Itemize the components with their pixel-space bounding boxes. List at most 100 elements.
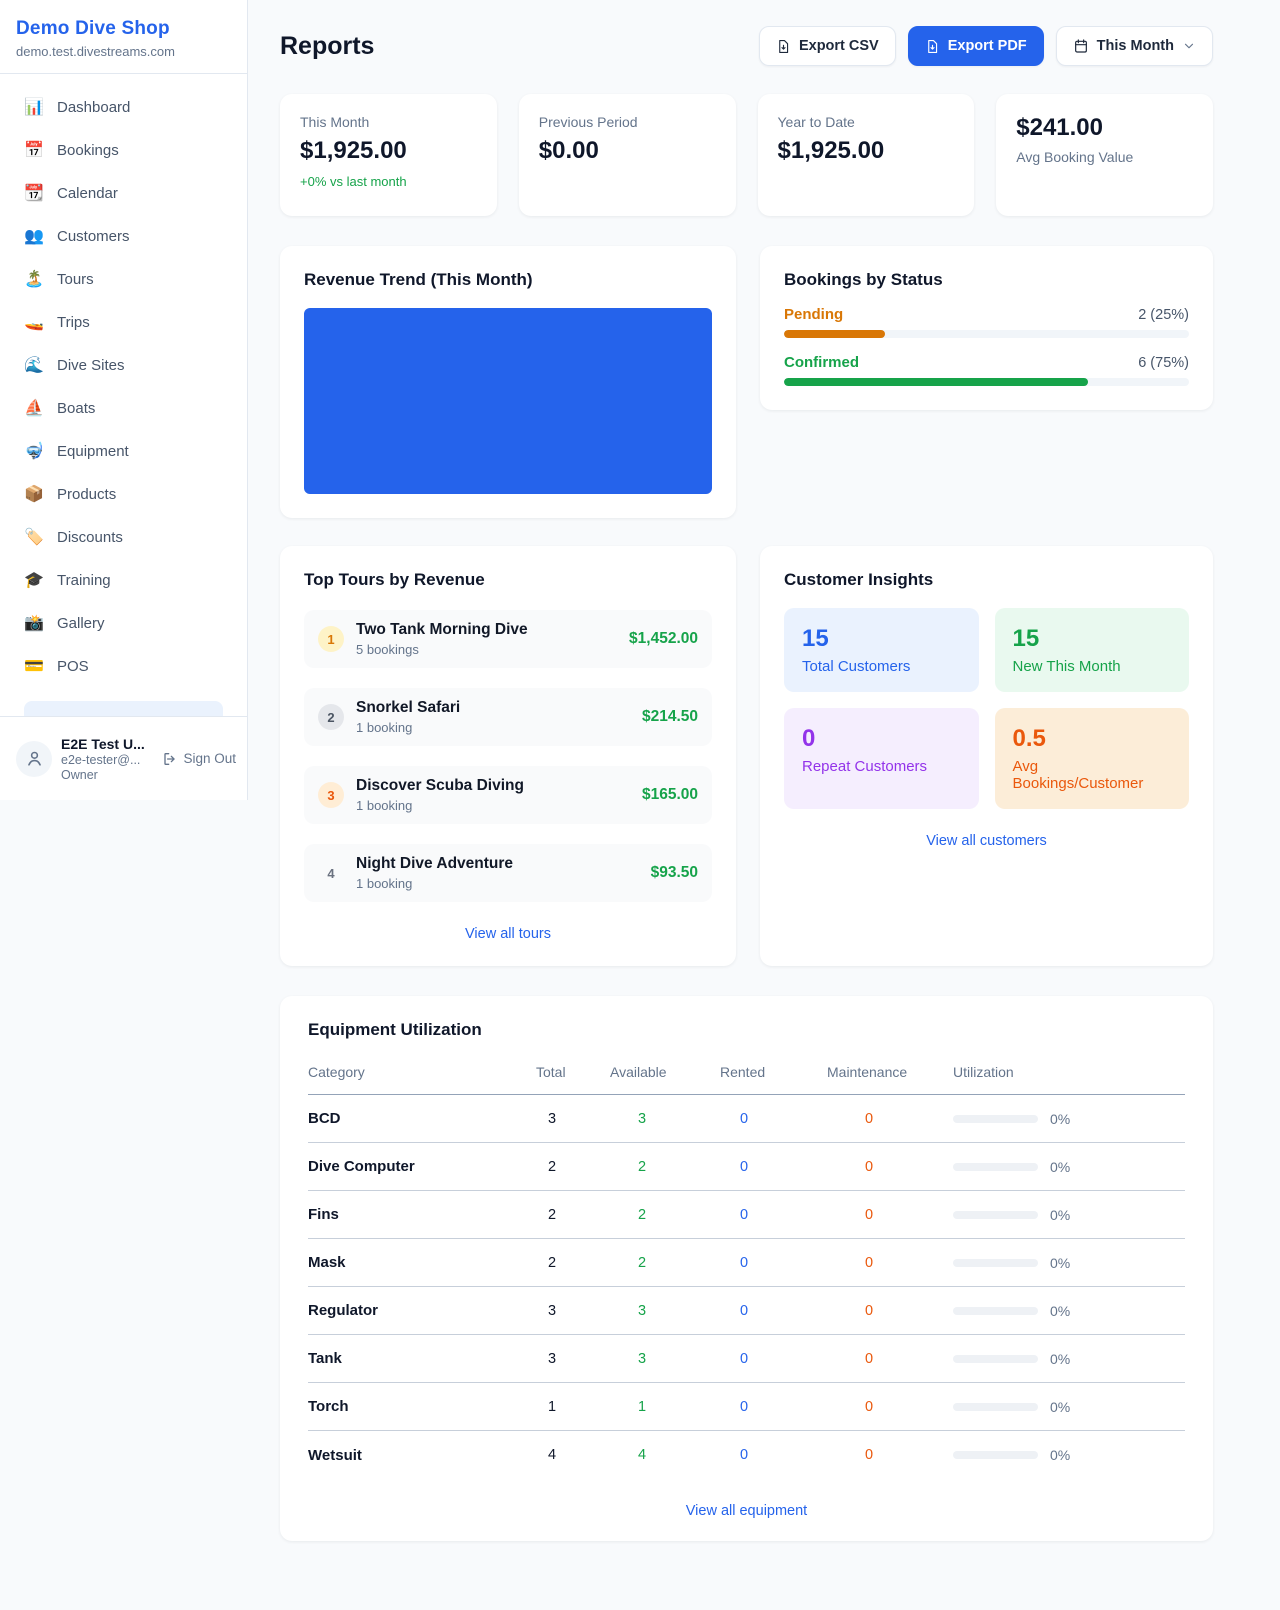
- stat-card-avg-booking-value: $241.00 Avg Booking Value: [996, 94, 1213, 216]
- calendar-icon: [1073, 38, 1089, 54]
- revenue-trend-chart: [304, 308, 712, 494]
- status-count: 2 (25%): [1138, 307, 1189, 323]
- utilization-bar: [953, 1355, 1038, 1363]
- equipment-utilization-title: Equipment Utilization: [308, 1020, 1185, 1040]
- page-title: Reports: [280, 32, 374, 61]
- table-row: Wetsuit 4 4 0 0 0%: [308, 1431, 1185, 1479]
- tour-revenue: $93.50: [651, 864, 698, 882]
- insights-grid: 15 Total Customers 15 New This Month 0 R…: [784, 608, 1189, 809]
- main-content: Reports Export CSV Export PDF This Month: [248, 0, 1280, 1581]
- user-role: Owner: [61, 768, 153, 782]
- shop-domain: demo.test.divestreams.com: [16, 44, 231, 59]
- header-actions: Export CSV Export PDF This Month: [759, 26, 1213, 66]
- tour-name: Snorkel Safari: [356, 699, 630, 717]
- page-header: Reports Export CSV Export PDF This Month: [280, 26, 1213, 66]
- bookings-by-status-card: Bookings by Status Pending 2 (25%) Confi…: [760, 246, 1213, 410]
- sidebar-item-customers[interactable]: 👥 Customers: [12, 217, 235, 257]
- sidebar-header: Demo Dive Shop demo.test.divestreams.com: [0, 0, 247, 74]
- boats-icon: ⛵: [24, 399, 44, 419]
- dashboard-icon: 📊: [24, 98, 44, 118]
- sidebar-item-boats[interactable]: ⛵ Boats: [12, 389, 235, 429]
- sidebar-item-discounts[interactable]: 🏷️ Discounts: [12, 518, 235, 558]
- sign-out-icon: [162, 751, 178, 767]
- sidebar-item-calendar[interactable]: 📆 Calendar: [12, 174, 235, 214]
- tour-name: Two Tank Morning Dive: [356, 621, 617, 639]
- top-tours-title: Top Tours by Revenue: [304, 570, 712, 590]
- user-email: e2e-tester@...: [61, 753, 153, 767]
- utilization-bar: [953, 1403, 1038, 1411]
- customer-insights-title: Customer Insights: [784, 570, 1189, 590]
- sidebar-item-products[interactable]: 📦 Products: [12, 475, 235, 515]
- tour-name: Night Dive Adventure: [356, 855, 639, 873]
- status-row-confirmed: Confirmed 6 (75%): [784, 354, 1189, 386]
- stat-card-previous-period: Previous Period $0.00: [519, 94, 736, 216]
- sign-out-button[interactable]: Sign Out: [162, 751, 236, 767]
- status-label: Pending: [784, 306, 843, 323]
- sidebar-item-dashboard[interactable]: 📊 Dashboard: [12, 88, 235, 128]
- file-download-icon: [776, 39, 791, 54]
- view-all-equipment-link[interactable]: View all equipment: [308, 1503, 1185, 1519]
- insight-tile-repeat-customers: 0 Repeat Customers: [784, 708, 979, 809]
- revenue-trend-title: Revenue Trend (This Month): [304, 270, 712, 290]
- tour-row: 3 Discover Scuba Diving 1 booking $165.0…: [304, 766, 712, 824]
- equipment-icon: 🤿: [24, 442, 44, 462]
- table-row: Torch 1 1 0 0 0%: [308, 1383, 1185, 1431]
- equipment-table: Category Total Available Rented Maintena…: [308, 1054, 1185, 1479]
- table-header: Category Total Available Rented Maintena…: [308, 1054, 1185, 1095]
- calendar-icon: 📆: [24, 184, 44, 204]
- sidebar-item-equipment[interactable]: 🤿 Equipment: [12, 432, 235, 472]
- utilization-bar: [953, 1211, 1038, 1219]
- table-row: Regulator 3 3 0 0 0%: [308, 1287, 1185, 1335]
- view-all-tours-link[interactable]: View all tours: [304, 926, 712, 942]
- user-name: E2E Test U...: [61, 736, 153, 752]
- bookings-icon: 📅: [24, 141, 44, 161]
- revenue-trend-card: Revenue Trend (This Month): [280, 246, 736, 518]
- status-bar-track: [784, 378, 1189, 386]
- period-dropdown[interactable]: This Month: [1056, 26, 1213, 66]
- sidebar-item-tours[interactable]: 🏝️ Tours: [12, 260, 235, 300]
- tour-row: 2 Snorkel Safari 1 booking $214.50: [304, 688, 712, 746]
- status-row-pending: Pending 2 (25%): [784, 306, 1189, 338]
- rank-badge: 3: [318, 782, 344, 808]
- table-row: Fins 2 2 0 0 0%: [308, 1191, 1185, 1239]
- insight-tile-avg-bookings: 0.5 Avg Bookings/Customer: [995, 708, 1190, 809]
- tour-bookings: 1 booking: [356, 798, 630, 813]
- sidebar-item-pos[interactable]: 💳 POS: [12, 647, 235, 687]
- sidebar: Demo Dive Shop demo.test.divestreams.com…: [0, 0, 248, 800]
- table-row: BCD 3 3 0 0 0%: [308, 1095, 1185, 1143]
- stats-row: This Month $1,925.00 +0% vs last month P…: [280, 94, 1213, 216]
- utilization-bar: [953, 1307, 1038, 1315]
- export-csv-button[interactable]: Export CSV: [759, 26, 896, 66]
- sidebar-item-gallery[interactable]: 📸 Gallery: [12, 604, 235, 644]
- sidebar-nav: 📊 Dashboard 📅 Bookings 📆 Calendar 👥 Cust…: [0, 74, 247, 741]
- rank-badge: 4: [318, 860, 344, 886]
- products-icon: 📦: [24, 485, 44, 505]
- tours-icon: 🏝️: [24, 270, 44, 290]
- rank-badge: 1: [318, 626, 344, 652]
- dive-sites-icon: 🌊: [24, 356, 44, 376]
- customers-icon: 👥: [24, 227, 44, 247]
- utilization-bar: [953, 1163, 1038, 1171]
- status-count: 6 (75%): [1138, 355, 1189, 371]
- avatar: [16, 741, 52, 777]
- file-download-icon: [925, 39, 940, 54]
- user-info: E2E Test U... e2e-tester@... Owner: [61, 736, 153, 782]
- tour-row: 4 Night Dive Adventure 1 booking $93.50: [304, 844, 712, 902]
- sidebar-item-bookings[interactable]: 📅 Bookings: [12, 131, 235, 171]
- bookings-by-status-title: Bookings by Status: [784, 270, 1189, 290]
- sidebar-item-dive-sites[interactable]: 🌊 Dive Sites: [12, 346, 235, 386]
- sidebar-item-trips[interactable]: 🚤 Trips: [12, 303, 235, 343]
- table-row: Dive Computer 2 2 0 0 0%: [308, 1143, 1185, 1191]
- insight-tile-total-customers: 15 Total Customers: [784, 608, 979, 692]
- status-bar-track: [784, 330, 1189, 338]
- tour-bookings: 1 booking: [356, 876, 639, 891]
- status-bar-fill: [784, 330, 885, 338]
- trips-icon: 🚤: [24, 313, 44, 333]
- insight-tile-new-this-month: 15 New This Month: [995, 608, 1190, 692]
- utilization-bar: [953, 1115, 1038, 1123]
- status-bar-fill: [784, 378, 1088, 386]
- export-pdf-button[interactable]: Export PDF: [908, 26, 1044, 66]
- view-all-customers-link[interactable]: View all customers: [784, 833, 1189, 849]
- status-label: Confirmed: [784, 354, 859, 371]
- sidebar-item-training[interactable]: 🎓 Training: [12, 561, 235, 601]
